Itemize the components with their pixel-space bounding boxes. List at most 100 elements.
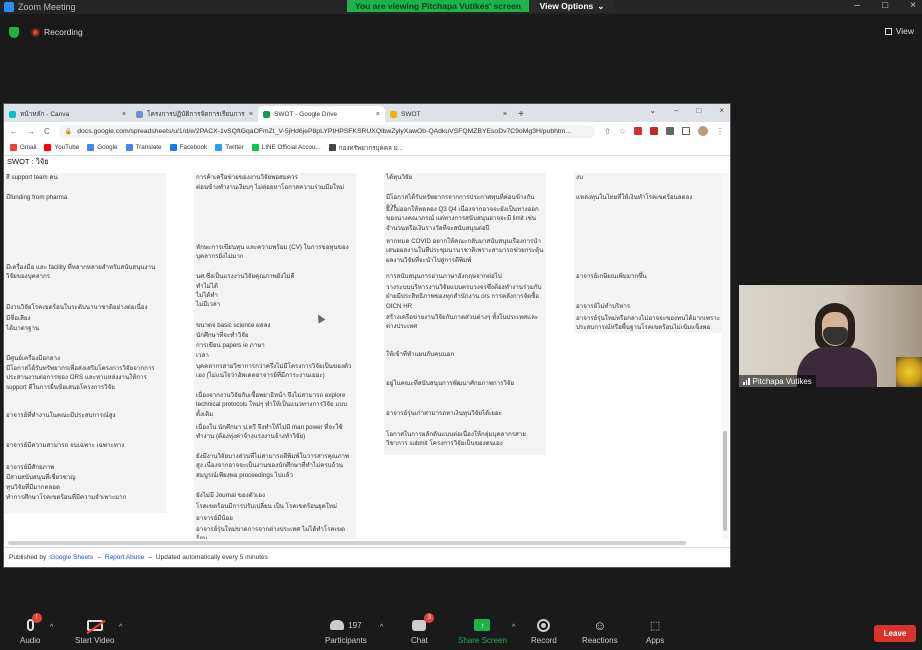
restore-icon[interactable]: □ <box>696 106 701 115</box>
star-icon[interactable]: ☆ <box>619 127 626 136</box>
bookmark-icon <box>328 144 336 151</box>
new-tab-button[interactable]: + <box>512 106 530 122</box>
participants-label: Participants <box>325 636 367 645</box>
close-icon[interactable]: × <box>910 0 916 11</box>
tab-search-icon[interactable]: ⌄ <box>649 106 656 115</box>
participant-name: Pitchapa Vutikes <box>752 376 812 386</box>
bookmark-item[interactable]: Facebook <box>169 144 207 151</box>
close-icon[interactable]: × <box>122 111 126 118</box>
document-icon <box>136 110 143 118</box>
sheet-cell: มีงานวิจัยโรคเขตร้อนในระดับนานาชาติอย่าง… <box>6 304 148 311</box>
bookmark-item[interactable]: Twitter <box>215 144 244 151</box>
audio-options-caret[interactable]: ^ <box>50 624 53 631</box>
apps-button[interactable]: ⬚ Apps <box>646 618 664 646</box>
participants-button[interactable]: 197 Participants <box>325 618 367 645</box>
close-icon[interactable]: × <box>249 111 253 118</box>
chat-button[interactable]: 3 Chat <box>411 613 435 645</box>
bookmark-icon <box>10 144 17 151</box>
sheet-cell: มีชื่อเสียง <box>6 315 31 322</box>
bookmark-label: Gmail <box>20 144 37 151</box>
sheet-cell: บุคคลากรสายวิชาการกว่าครึ่งไม่มีโครงการว… <box>196 363 352 380</box>
side-panel-icon[interactable] <box>682 127 690 135</box>
maximize-icon[interactable]: □ <box>882 0 888 11</box>
sheet-cell: การเขียน papers ie ภาษา <box>196 342 265 349</box>
tab-canva[interactable]: หน้าหลัก - Canva × <box>4 106 131 122</box>
puzzle-icon[interactable] <box>666 127 674 135</box>
chevron-down-icon: ⌄ <box>597 0 605 11</box>
close-icon[interactable]: × <box>503 111 507 118</box>
sheet-cell: มีสายสนับสนุนที่เชี่ยวชาญ <box>6 474 76 481</box>
bookmark-item[interactable]: กองทรัพยากรบุคคล ม... <box>328 143 403 153</box>
back-icon[interactable]: ← <box>10 127 18 136</box>
record-button[interactable]: Record <box>531 618 557 645</box>
viewing-banner: You are viewing Pitchapa Vutikes' screen… <box>347 0 615 12</box>
shared-browser-window: หน้าหลัก - Canva × โครงการปฏิบัติการจัดก… <box>3 103 731 568</box>
tab-swot-drive[interactable]: SWOT - Google Drive × <box>258 106 385 122</box>
profile-avatar[interactable] <box>698 126 708 136</box>
url-input[interactable]: 🔒 docs.google.com/spreadsheets/u/1/d/e/2… <box>58 124 596 138</box>
sheet-cell: ได้ทุนวิจัย <box>386 174 413 181</box>
bookmark-item[interactable]: Gmail <box>10 144 36 151</box>
vertical-scrollbar[interactable] <box>722 173 728 539</box>
forward-icon[interactable]: → <box>27 127 35 136</box>
sheet-cell: การค้าเครือข่ายของงานวิจัยพอสมควร <box>196 174 298 181</box>
sheet-cell: นักศึกษาที่จะทำวิจัย <box>196 332 249 339</box>
video-options-caret[interactable]: ^ <box>119 624 122 631</box>
pdf-extension-icon[interactable] <box>634 127 642 135</box>
google-sheets-link[interactable]: Google Sheets <box>50 554 93 561</box>
separator: – <box>97 554 101 561</box>
tab-label: SWOT - Google Drive <box>274 110 338 118</box>
reactions-button[interactable]: ☺ Reactions <box>582 617 618 646</box>
reactions-icon: ☺ <box>593 617 607 633</box>
sheet-cell: ทักษะการเขียนทุน และความพร้อม (CV) ในการ… <box>196 244 349 261</box>
view-options-label: View Options <box>539 1 594 11</box>
chat-badge: 3 <box>424 613 435 623</box>
minimize-icon[interactable]: – <box>674 106 678 115</box>
reload-icon[interactable]: C <box>44 127 50 136</box>
sheet-cell: งบ <box>576 174 583 181</box>
bookmarks-bar: Gmail YouTube Google Translate Facebook Twitt… <box>4 140 730 156</box>
start-video-label: Start Video <box>75 636 115 645</box>
bookmark-item[interactable]: LINE Official Accou... <box>251 144 321 151</box>
sheet-cell: อาจารย์มีศักยภาพ <box>6 464 55 471</box>
view-options-button[interactable]: View Options ⌄ <box>529 0 615 12</box>
sheet-cell: แหล่งทุนในไทยที่ให้เงินทำโรคเขตร้อนลดลง <box>576 194 693 201</box>
more-icon[interactable]: ⋮ <box>716 127 724 136</box>
lock-icon: 🔒 <box>64 128 73 135</box>
bookmark-item[interactable]: YouTube <box>44 144 79 151</box>
sheet-cell: สร้างเครือข่ายงานวิจัยกับภาคส่วนต่างๆ ทั… <box>386 314 539 331</box>
extension-icon[interactable] <box>650 127 658 135</box>
close-icon[interactable]: × <box>376 111 380 118</box>
bookmark-item[interactable]: Google <box>87 144 118 151</box>
scroll-thumb[interactable] <box>723 431 727 531</box>
bookmark-label: YouTube <box>54 144 80 151</box>
sheet-cell: เวลา <box>196 352 209 359</box>
share-options-caret[interactable]: ^ <box>512 624 515 631</box>
tab-project[interactable]: โครงการปฏิบัติการจัดการเรียนการสอน × <box>131 106 258 122</box>
minimize-icon[interactable]: – <box>855 0 861 11</box>
start-video-button[interactable]: Start Video <box>75 618 114 645</box>
leave-button[interactable]: Leave <box>874 625 916 642</box>
participant-video[interactable]: Pitchapa Vutikes <box>739 285 922 387</box>
grid-icon <box>884 27 892 35</box>
sheet-cell: อาจารย์รุ่นใหม่ขาดการจากต่างประเทศ ไม่ได… <box>196 526 346 539</box>
published-footer: Published by Google Sheets – Report Abus… <box>4 547 730 567</box>
sheet-cell: เนื่องใน นักศึกษา ป.ตรี จึงทำให้ไม่มี ma… <box>196 424 343 441</box>
recording-label: Recording <box>44 27 83 37</box>
share-screen-button[interactable]: ↑ Share Screen <box>458 618 507 645</box>
participants-options-caret[interactable]: ^ <box>380 624 383 631</box>
close-icon[interactable]: × <box>719 106 724 115</box>
audio-button[interactable]: ! Audio <box>20 613 42 645</box>
report-abuse-link[interactable]: Report Abuse <box>105 554 144 561</box>
mic-warning-badge: ! <box>31 613 42 623</box>
shield-icon[interactable] <box>9 26 19 38</box>
sheet-cell: อาจารย์เกษียณเพิ่มมากขึ้น <box>576 273 647 280</box>
sheet-cell: ขนาดจ basic science ผลลง <box>196 322 271 329</box>
view-button[interactable]: View <box>884 26 914 36</box>
tab-swot[interactable]: SWOT × <box>385 106 512 122</box>
bookmark-item[interactable]: Translate <box>125 144 162 151</box>
share-icon[interactable]: ⇧ <box>604 127 611 136</box>
column-strengths <box>4 173 166 513</box>
sheet-cell: ทำการศึกษาโรคเขตร้อนที่มีความจำเพาะมาก <box>6 494 127 501</box>
horizontal-scrollbar[interactable] <box>8 541 686 545</box>
